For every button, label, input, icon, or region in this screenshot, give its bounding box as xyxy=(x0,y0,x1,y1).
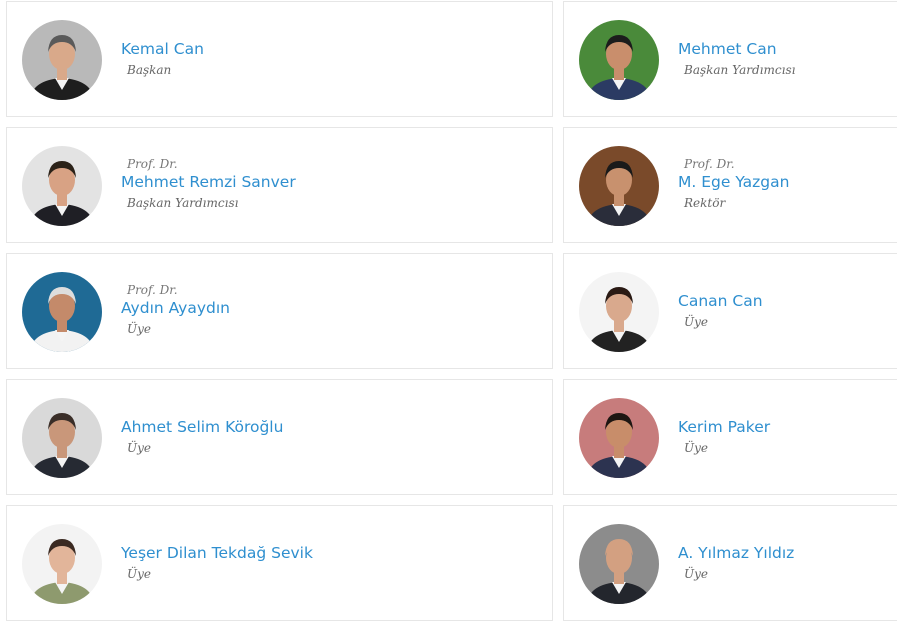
member-info: Kemal Can Başkan xyxy=(121,2,204,116)
member-name-link[interactable]: Aydın Ayaydın xyxy=(121,297,230,319)
member-photo[interactable] xyxy=(22,524,102,604)
member-photo[interactable] xyxy=(579,524,659,604)
member-card[interactable]: Prof. Dr. Aydın Ayaydın Üye xyxy=(6,253,553,369)
portrait-image xyxy=(579,20,659,100)
member-photo[interactable] xyxy=(579,272,659,352)
portrait-image xyxy=(22,20,102,100)
member-info: A. Yılmaz Yıldız Üye xyxy=(678,506,794,620)
member-info: Mehmet Can Başkan Yardımcısı xyxy=(678,2,795,116)
portrait-image xyxy=(22,398,102,478)
member-photo[interactable] xyxy=(22,20,102,100)
member-info: Kerim Paker Üye xyxy=(678,380,770,494)
member-role: Başkan xyxy=(127,63,172,77)
member-title-prefix: Prof. Dr. xyxy=(684,157,735,171)
member-info: Ahmet Selim Köroğlu Üye xyxy=(121,380,283,494)
member-role: Üye xyxy=(684,441,708,455)
portrait-image xyxy=(22,146,102,226)
portrait-image xyxy=(579,398,659,478)
portrait-image xyxy=(22,524,102,604)
member-title-prefix: Prof. Dr. xyxy=(127,157,178,171)
member-title-prefix: Prof. Dr. xyxy=(127,283,178,297)
member-role: Başkan Yardımcısı xyxy=(684,63,796,77)
member-name-link[interactable]: A. Yılmaz Yıldız xyxy=(678,542,794,564)
member-info: Yeşer Dilan Tekdağ Sevik Üye xyxy=(121,506,313,620)
portrait-image xyxy=(579,146,659,226)
member-card[interactable]: Kemal Can Başkan xyxy=(6,1,553,117)
member-card[interactable]: Yeşer Dilan Tekdağ Sevik Üye xyxy=(6,505,553,621)
member-role: Üye xyxy=(127,322,151,336)
member-role: Başkan Yardımcısı xyxy=(127,196,239,210)
member-card[interactable]: Prof. Dr. Mehmet Remzi Sanver Başkan Yar… xyxy=(6,127,553,243)
portrait-image xyxy=(579,524,659,604)
member-role: Üye xyxy=(684,315,708,329)
member-name-link[interactable]: Kerim Paker xyxy=(678,416,770,438)
member-card[interactable]: Canan Can Üye xyxy=(563,253,897,369)
member-info: Prof. Dr. Mehmet Remzi Sanver Başkan Yar… xyxy=(121,128,296,242)
member-role: Rektör xyxy=(684,196,726,210)
member-name-link[interactable]: Canan Can xyxy=(678,290,763,312)
member-card[interactable]: Prof. Dr. M. Ege Yazgan Rektör xyxy=(563,127,897,243)
member-card[interactable]: Mehmet Can Başkan Yardımcısı xyxy=(563,1,897,117)
member-card[interactable]: Kerim Paker Üye xyxy=(563,379,897,495)
member-photo[interactable] xyxy=(22,272,102,352)
member-name-link[interactable]: Mehmet Can xyxy=(678,38,795,60)
member-photo[interactable] xyxy=(22,398,102,478)
member-info: Prof. Dr. M. Ege Yazgan Rektör xyxy=(678,128,789,242)
member-role: Üye xyxy=(127,441,151,455)
member-role: Üye xyxy=(684,567,708,581)
member-name-link[interactable]: Yeşer Dilan Tekdağ Sevik xyxy=(121,542,313,564)
member-photo[interactable] xyxy=(579,20,659,100)
member-info: Prof. Dr. Aydın Ayaydın Üye xyxy=(121,254,230,368)
member-name-link[interactable]: M. Ege Yazgan xyxy=(678,171,789,193)
member-role: Üye xyxy=(127,567,151,581)
member-card[interactable]: Ahmet Selim Köroğlu Üye xyxy=(6,379,553,495)
member-photo[interactable] xyxy=(22,146,102,226)
member-photo[interactable] xyxy=(579,398,659,478)
member-card[interactable]: A. Yılmaz Yıldız Üye xyxy=(563,505,897,621)
member-photo[interactable] xyxy=(579,146,659,226)
portrait-image xyxy=(22,272,102,352)
member-name-link[interactable]: Kemal Can xyxy=(121,38,204,60)
portrait-image xyxy=(579,272,659,352)
board-members-grid: Kemal Can Başkan Mehmet Can Başkan Yardı… xyxy=(0,0,897,635)
member-name-link[interactable]: Ahmet Selim Köroğlu xyxy=(121,416,283,438)
member-info: Canan Can Üye xyxy=(678,254,763,368)
member-name-link[interactable]: Mehmet Remzi Sanver xyxy=(121,171,296,193)
